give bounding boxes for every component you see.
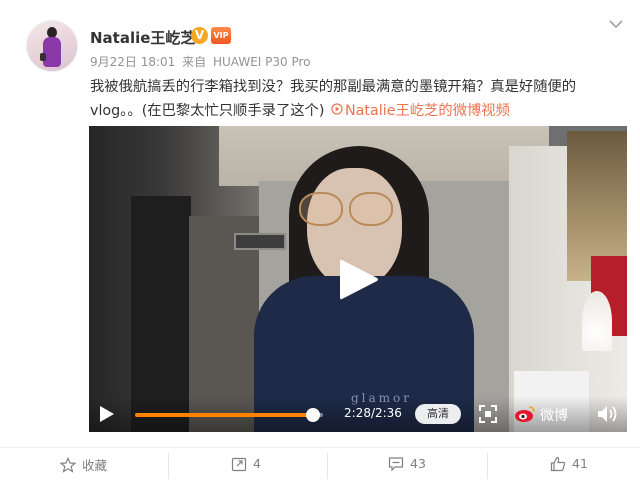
verified-badge-icon: V — [191, 27, 208, 44]
video-player[interactable]: glamor 2:28/2:36 高清 — [89, 126, 627, 432]
video-scene-lamp — [582, 291, 612, 351]
post-text-line-1: 我被俄航搞丢的行李箱找到没？我买的那副最满意的墨镜开箱？真是好随便的 — [90, 79, 577, 95]
chevron-down-icon[interactable] — [605, 18, 627, 32]
video-scene-vent — [234, 233, 286, 250]
video-subject-glasses-left — [299, 192, 343, 226]
comment-count: 43 — [410, 456, 426, 471]
post-date[interactable]: 9月22日 18:01 — [90, 55, 175, 69]
video-subject-glasses-right — [349, 192, 393, 226]
avatar-figure-bag — [40, 53, 46, 61]
weibo-post-card: Natalie王屹芝 V VIP 9月22日 18:01 来自 HUAWEI P… — [0, 0, 640, 485]
comment-button[interactable]: 43 — [388, 455, 426, 477]
action-bar-divider — [0, 447, 640, 448]
comment-icon — [388, 456, 404, 472]
author-name[interactable]: Natalie王屹芝 — [90, 27, 195, 48]
play-icon[interactable] — [99, 405, 115, 423]
progress-thumb[interactable] — [306, 408, 321, 422]
repost-icon — [231, 456, 247, 472]
post-text: 我被俄航搞丢的行李箱找到没？我买的那副最满意的墨镜开箱？真是好随便的 vlog。… — [90, 75, 615, 123]
thumbs-up-icon — [550, 456, 566, 472]
star-icon — [59, 456, 77, 473]
progress-bar[interactable] — [135, 408, 323, 422]
video-link-label: Natalie王屹芝的微博视频 — [344, 103, 510, 119]
post-text-line-2: vlog。。(在巴黎太忙只顺手录了这个) Natalie王屹芝的微博视频 — [90, 99, 615, 123]
repost-count: 4 — [253, 456, 261, 471]
action-separator — [168, 453, 169, 479]
avatar[interactable] — [26, 20, 78, 72]
weibo-eye-icon — [514, 405, 536, 423]
video-play-icon — [329, 99, 345, 123]
like-button[interactable]: 41 — [550, 455, 588, 477]
action-separator — [487, 453, 488, 479]
favorite-label: 收藏 — [82, 458, 108, 473]
post-text-line-2-text: vlog。。(在巴黎太忙只顺手录了这个) — [90, 103, 325, 119]
vip-badge-icon: VIP — [211, 27, 231, 44]
repost-button[interactable]: 4 — [231, 455, 261, 477]
play-overlay-button[interactable] — [338, 257, 380, 302]
favorite-button[interactable]: 收藏 — [59, 455, 108, 477]
action-separator — [327, 453, 328, 479]
post-meta: 9月22日 18:01 来自 HUAWEI P30 Pro — [90, 53, 314, 70]
fullscreen-icon[interactable] — [479, 405, 497, 423]
source-prefix: 来自 — [182, 55, 207, 69]
video-link[interactable]: Natalie王屹芝的微博视频 — [329, 103, 510, 119]
quality-button[interactable]: 高清 — [415, 404, 461, 424]
time-display: 2:28/2:36 — [344, 406, 402, 420]
weibo-brand-label: 微博 — [540, 408, 568, 424]
volume-icon[interactable] — [597, 405, 619, 423]
progress-fill — [135, 413, 314, 417]
avatar-figure-dress — [43, 37, 61, 67]
source-device: HUAWEI P30 Pro — [212, 55, 311, 69]
video-controls: 2:28/2:36 高清 微博 — [89, 396, 627, 432]
like-count: 41 — [572, 456, 588, 471]
